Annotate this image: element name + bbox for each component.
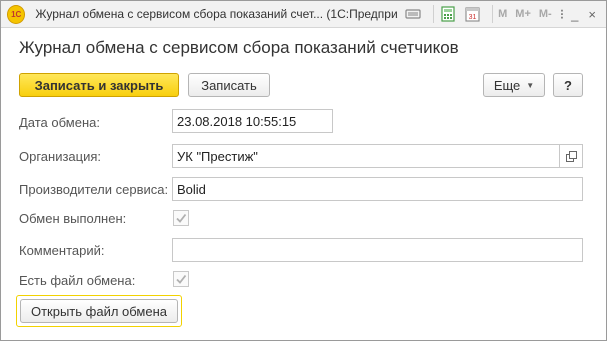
- separator: [433, 5, 435, 23]
- form-window: 1С Журнал обмена с сервисом сбора показа…: [0, 0, 607, 341]
- memory-minus-button[interactable]: M-: [539, 8, 552, 20]
- title-bar-tools: 31 M M+ M- ⁝ _ ×: [404, 5, 606, 23]
- exchange-done-checkbox[interactable]: [173, 210, 189, 226]
- svg-text:31: 31: [468, 14, 476, 21]
- checkmark-icon: [176, 213, 187, 223]
- more-menu-button[interactable]: Еще ▼: [483, 73, 545, 97]
- minimize-icon[interactable]: _: [571, 7, 578, 22]
- organization-field[interactable]: УК "Престиж": [172, 144, 560, 168]
- window-menu-icon[interactable]: ⁝: [560, 6, 565, 23]
- exchange-date-label: Дата обмена:: [19, 115, 100, 130]
- comment-label: Комментарий:: [19, 243, 105, 258]
- chevron-down-icon: ▼: [526, 80, 535, 90]
- providers-label: Производители сервиса:: [19, 182, 169, 197]
- separator: [492, 5, 494, 23]
- open-exchange-file-button[interactable]: Открыть файл обмена: [20, 299, 178, 323]
- calculator-icon[interactable]: [439, 6, 457, 22]
- open-link-icon: [565, 150, 577, 162]
- comment-field[interactable]: [172, 238, 583, 262]
- checkmark-icon: [176, 274, 187, 284]
- memory-m-button[interactable]: M: [498, 8, 507, 20]
- providers-field[interactable]: Bolid: [172, 177, 583, 201]
- has-file-checkbox[interactable]: [173, 271, 189, 287]
- help-button[interactable]: ?: [553, 73, 583, 97]
- save-button[interactable]: Записать: [188, 73, 270, 97]
- calendar-icon[interactable]: 31: [463, 6, 481, 22]
- window-title: Журнал обмена с сервисом сбора показаний…: [35, 7, 399, 21]
- memory-plus-button[interactable]: M+: [515, 8, 531, 20]
- close-icon[interactable]: ×: [588, 7, 596, 22]
- exchange-done-label: Обмен выполнен:: [19, 211, 127, 226]
- more-menu-label: Еще: [493, 77, 521, 93]
- has-file-label: Есть файл обмена:: [19, 273, 136, 288]
- exchange-date-field[interactable]: 23.08.2018 10:55:15: [172, 109, 333, 133]
- organization-label: Организация:: [19, 149, 102, 164]
- open-organization-button[interactable]: [560, 144, 583, 168]
- save-and-close-button[interactable]: Записать и закрыть: [19, 73, 179, 97]
- app-logo-icon[interactable]: 1С: [7, 4, 26, 24]
- link-icon[interactable]: [404, 6, 422, 22]
- page-title: Журнал обмена с сервисом сбора показаний…: [19, 38, 459, 57]
- title-bar: 1С Журнал обмена с сервисом сбора показа…: [1, 1, 606, 28]
